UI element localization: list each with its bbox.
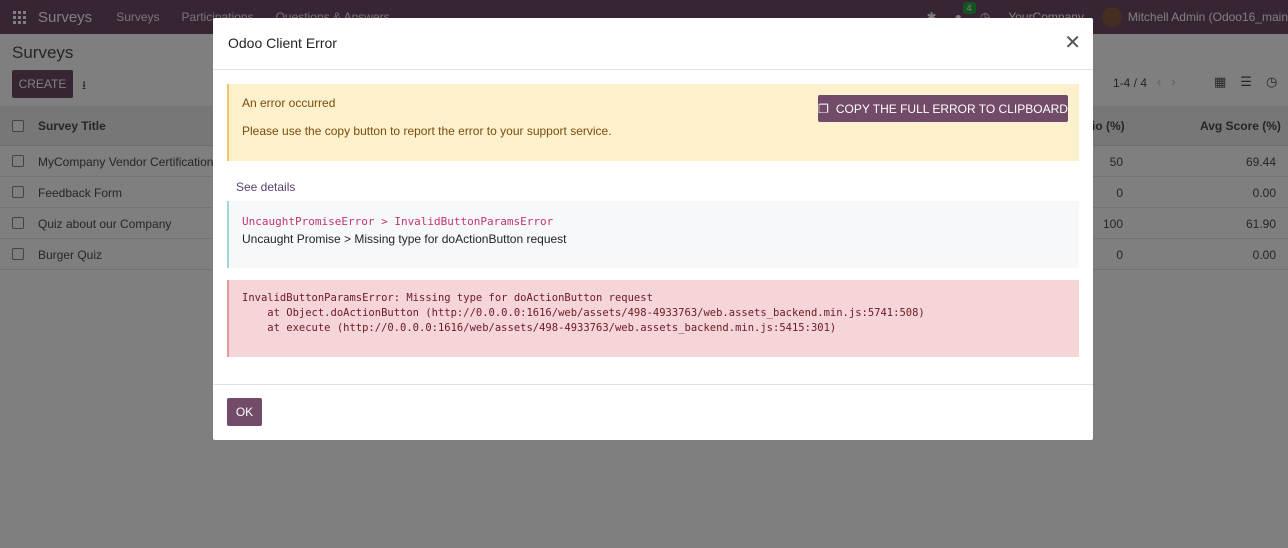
- dialog-title: Odoo Client Error: [228, 35, 337, 51]
- alert-text: Please use the copy button to report the…: [242, 124, 612, 138]
- dialog-header: Odoo Client Error ✕: [213, 18, 1093, 70]
- traceback-text: InvalidButtonParamsError: Missing type f…: [242, 292, 925, 334]
- copy-icon: ❐: [818, 101, 829, 116]
- close-icon[interactable]: ✕: [1064, 33, 1081, 53]
- error-alert: An error occurred Please use the copy bu…: [227, 84, 1079, 161]
- alert-heading: An error occurred: [242, 96, 336, 110]
- error-summary: UncaughtPromiseError > InvalidButtonPara…: [227, 201, 1079, 268]
- ok-button[interactable]: OK: [227, 398, 262, 426]
- error-message: Uncaught Promise > Missing type for doAc…: [242, 232, 567, 246]
- copy-error-button[interactable]: ❐ COPY THE FULL ERROR TO CLIPBOARD: [818, 95, 1068, 122]
- dialog-footer: OK: [213, 384, 1093, 440]
- error-traceback: InvalidButtonParamsError: Missing type f…: [227, 280, 1079, 357]
- error-name: UncaughtPromiseError > InvalidButtonPara…: [242, 215, 554, 228]
- copy-button-label: COPY THE FULL ERROR TO CLIPBOARD: [835, 101, 1068, 116]
- error-dialog: Odoo Client Error ✕ An error occurred Pl…: [213, 18, 1093, 440]
- see-details-link[interactable]: See details: [236, 180, 295, 194]
